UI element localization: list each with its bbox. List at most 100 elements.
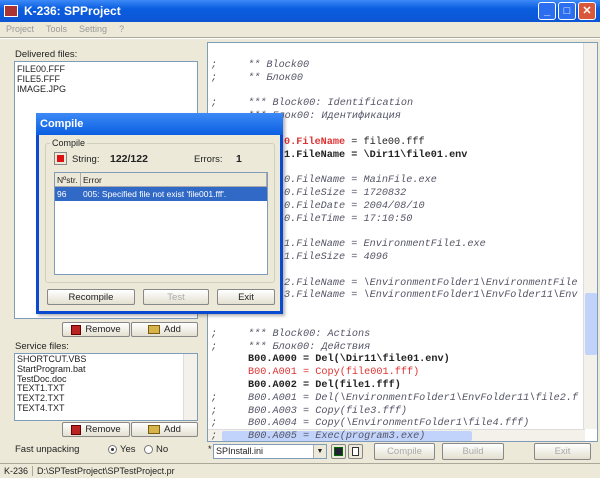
build-button[interactable]: Build [442,443,504,460]
compile-dialog: Compile Compile String: 122/122 Errors: … [36,113,283,314]
recompile-button[interactable]: Recompile [47,289,135,305]
fast-unpacking-label: Fast unpacking [15,444,80,455]
menu-project[interactable]: Project [6,24,34,34]
comment-marker: ; [211,328,218,340]
menu-setting[interactable]: Setting [79,24,107,34]
comment-marker: ; [211,431,218,442]
col-line-number[interactable]: Nºstr. [55,173,81,186]
code-line: 0.FileTime = 17:10:50 [284,213,413,225]
yes-label: Yes [120,444,136,455]
code-line: 2.FileName = \EnvironmentFolder1\Environ… [284,277,578,289]
add-label: Add [164,424,181,435]
delivered-files-label: Delivered files: [15,49,78,60]
comment-marker: ; [211,341,218,353]
status-id: K-236 [0,466,34,476]
menu-help[interactable]: ? [119,24,124,34]
divider [0,37,600,39]
chevron-down-icon[interactable]: ▼ [313,445,326,458]
code-line: B00.A000 = Del(\Dir11\file01.env) [248,354,450,366]
comment-marker: ; [211,98,218,110]
new-file-button[interactable] [348,444,363,459]
stop-icon [57,155,64,162]
minimize-button[interactable]: _ [538,2,556,20]
window-title: K-236: SPProject [24,4,121,18]
folder-open-icon [148,325,161,334]
close-button[interactable]: ✕ [578,2,596,20]
service-scrollbar[interactable] [183,354,197,420]
code-line: B00.A003 = Copy(file3.fff) [248,405,407,417]
code-line: ** Block00 [248,60,310,71]
add-service-button[interactable]: Add [131,422,198,437]
code-line: 0.FileDate = 2004/08/10 [284,200,425,212]
remove-label: Remove [85,324,121,335]
comment-marker: ; [211,392,218,404]
code-line: 1.FileSize = 4096 [284,252,388,263]
group-label: Compile [50,138,88,148]
table-row[interactable]: 96 005: Specified file not exist 'file00… [55,187,267,201]
comment-marker: ; [211,418,218,430]
add-label: Add [164,324,181,335]
compile-button[interactable]: Compile [374,443,435,460]
row-line-number: 96 [57,189,67,199]
code-line: ** Блок00 [248,72,304,84]
maximize-button[interactable]: □ [558,2,576,20]
remove-icon [71,424,82,435]
list-item[interactable]: FILE5.FFF [17,74,195,84]
menu-tools[interactable]: Tools [46,24,67,34]
service-files-list[interactable]: SHORTCUT.VBS StartProgram.bat TestDoc.do… [14,353,198,421]
string-label: String: [72,154,100,165]
errors-value: 1 [236,153,242,165]
modified-marker: * [208,444,212,454]
row-error: 005: Specified file not exist 'file001.f… [83,189,227,199]
exit-button[interactable]: Exit [534,443,591,460]
list-item[interactable]: TEXT4.TXT [17,403,195,414]
fast-unpacking-no[interactable]: No [144,444,168,455]
dialog-exit-button[interactable]: Exit [217,289,275,305]
fast-unpacking-yes[interactable]: Yes [108,444,136,455]
menu-bar: Project Tools Setting ? [0,22,600,36]
code-line: 0.FileName = file00.fff [284,136,425,148]
code-line: *** Block00: Identification [248,98,414,110]
remove-label: Remove [85,424,121,435]
test-button[interactable]: Test [143,289,209,305]
dialog-title: Compile [36,113,283,135]
no-label: No [156,444,169,455]
ini-file-value: SPInstall.ini [216,446,264,456]
scroll-thumb[interactable] [585,293,597,355]
radio-no[interactable] [144,444,153,454]
list-item[interactable]: IMAGE.JPG [17,84,195,94]
remove-delivered-button[interactable]: Remove [62,322,130,337]
code-line: *** Block00: Actions [248,328,371,340]
code-line: 1.FileName = EnvironmentFile1.exe [284,239,486,251]
code-line: 1.FileName = \Dir11\file01.env [284,149,468,161]
comment-marker: ; [211,60,218,71]
comment-marker: ; [211,405,218,417]
status-bar: K-236 D:\SPTestProject\SPTestProject.pr [0,463,600,478]
list-item[interactable]: FILE00.FFF [17,64,195,74]
title-bar: K-236: SPProject _ □ ✕ [0,0,600,22]
errors-label: Errors: [194,154,223,165]
code-line: 0.FileName = MainFile.exe [284,175,437,187]
col-error[interactable]: Error [81,173,267,186]
new-file-icon [352,447,359,456]
code-line: B00.A001 = Copy(file001.fff) [248,367,420,379]
code-line: B00.A001 = Del(\EnvironmentFolder1\EnvFo… [248,392,579,404]
string-value: 122/122 [110,153,148,165]
errors-table[interactable]: Nºstr. Error 96 005: Specified file not … [54,172,268,275]
table-header: Nºstr. Error [55,173,267,187]
radio-yes[interactable] [108,444,117,454]
remove-icon [71,324,82,335]
service-files-label: Service files: [15,341,69,352]
app-icon [4,5,18,17]
code-line: B00.A004 = Copy(\EnvironmentFolder1\file… [248,418,530,430]
ini-file-select[interactable]: SPInstall.ini ▼ [213,444,327,459]
add-delivered-button[interactable]: Add [131,322,198,337]
stop-button[interactable] [54,152,67,165]
code-line: *** Блок00: Действия [248,341,371,353]
vertical-scrollbar[interactable] [583,43,597,429]
remove-service-button[interactable]: Remove [62,422,130,437]
status-path: D:\SPTestProject\SPTestProject.pr [37,466,175,476]
code-line: 3.FileName = \EnvironmentFolder1\EnvFold… [284,290,578,302]
save-button[interactable] [331,444,346,459]
comment-marker: ; [211,72,218,84]
